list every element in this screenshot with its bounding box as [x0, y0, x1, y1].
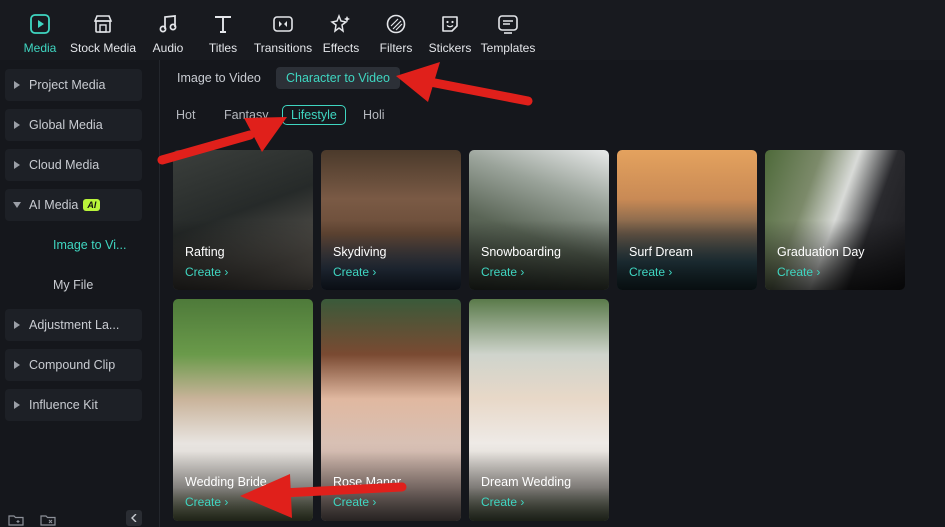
sidebar-subitem-image-to-video[interactable]: Image to Vi... — [53, 238, 126, 252]
remove-folder-icon[interactable] — [40, 513, 56, 527]
caret-right-icon — [5, 81, 29, 89]
template-card-skydiving[interactable]: Skydiving Create › — [321, 150, 461, 290]
create-button[interactable]: Create › — [777, 265, 820, 279]
chevron-left-icon — [131, 514, 137, 522]
template-card-wedding-bride[interactable]: Wedding Bride Create › — [173, 299, 313, 521]
templates-icon — [496, 12, 520, 36]
toolbar-media[interactable]: Media — [18, 0, 62, 60]
sidebar-item-compound-clip[interactable]: Compound Clip — [5, 349, 142, 381]
caret-right-icon — [5, 121, 29, 129]
category-fantasy[interactable]: Fantasy — [224, 108, 268, 122]
toolbar-templates[interactable]: Templates — [478, 0, 538, 60]
sidebar-subitem-my-file[interactable]: My File — [53, 278, 93, 292]
top-toolbar: Media Stock Media Audio Titles Transitio… — [0, 0, 945, 60]
sidebar-item-label: Cloud Media — [29, 158, 100, 172]
category-holi[interactable]: Holi — [363, 108, 385, 122]
card-title: Wedding Bride — [185, 475, 267, 489]
media-icon — [28, 12, 52, 36]
stickers-icon — [438, 12, 462, 36]
card-title: Surf Dream — [629, 245, 693, 259]
toolbar-label: Stickers — [428, 41, 472, 55]
sidebar-item-label: AI Media — [29, 198, 79, 212]
sidebar-item-cloud-media[interactable]: Cloud Media — [5, 149, 142, 181]
sidebar-item-adjustment-layer[interactable]: Adjustment La... — [5, 309, 142, 341]
category-hot[interactable]: Hot — [176, 108, 195, 122]
tab-image-to-video[interactable]: Image to Video — [177, 71, 261, 85]
toolbar-filters[interactable]: Filters — [370, 0, 422, 60]
toolbar-label: Titles — [208, 41, 238, 55]
toolbar-label: Transitions — [253, 41, 313, 55]
template-card-dream-wedding[interactable]: Dream Wedding Create › — [469, 299, 609, 521]
sidebar-item-global-media[interactable]: Global Media — [5, 109, 142, 141]
template-card-snowboarding[interactable]: Snowboarding Create › — [469, 150, 609, 290]
new-folder-icon[interactable] — [8, 513, 24, 527]
sidebar-item-label: Global Media — [29, 118, 103, 132]
create-button[interactable]: Create › — [481, 265, 524, 279]
create-button[interactable]: Create › — [333, 495, 376, 509]
template-card-rafting[interactable]: Rafting Create › — [173, 150, 313, 290]
audio-icon — [156, 12, 180, 36]
toolbar-titles[interactable]: Titles — [192, 0, 254, 60]
sidebar-item-label: Influence Kit — [29, 398, 98, 412]
create-button[interactable]: Create › — [629, 265, 672, 279]
sidebar-item-ai-media[interactable]: AI Media AI — [5, 189, 142, 221]
caret-right-icon — [5, 401, 29, 409]
toolbar-transitions[interactable]: Transitions — [254, 0, 312, 60]
card-title: Skydiving — [333, 245, 387, 259]
toolbar-label: Media — [23, 41, 57, 55]
template-card-surf-dream[interactable]: Surf Dream Create › — [617, 150, 757, 290]
app-window: Media Stock Media Audio Titles Transitio… — [0, 0, 945, 527]
stock-media-icon — [91, 12, 115, 36]
create-button[interactable]: Create › — [185, 495, 228, 509]
toolbar-stickers[interactable]: Stickers — [422, 0, 478, 60]
card-title: Dream Wedding — [481, 475, 572, 489]
template-grid: Rafting Create › Skydiving Create › Snow… — [173, 150, 945, 527]
toolbar-label: Templates — [480, 41, 536, 55]
toolbar-label: Audio — [152, 41, 184, 55]
tab-character-to-video[interactable]: Character to Video — [276, 67, 400, 89]
ai-badge: AI — [83, 199, 101, 211]
toolbar-effects[interactable]: Effects — [312, 0, 370, 60]
filters-icon — [384, 12, 408, 36]
toolbar-label: Effects — [322, 41, 360, 55]
create-button[interactable]: Create › — [333, 265, 376, 279]
sidebar-footer — [0, 510, 160, 527]
titles-icon — [211, 12, 235, 36]
card-title: Graduation Day — [777, 245, 865, 259]
toolbar-label: Filters — [379, 41, 413, 55]
card-title: Snowboarding — [481, 245, 561, 259]
sidebar-item-label: Project Media — [29, 78, 106, 92]
create-button[interactable]: Create › — [481, 495, 524, 509]
collapse-sidebar-button[interactable] — [126, 510, 142, 526]
template-card-graduation-day[interactable]: Graduation Day Create › — [765, 150, 905, 290]
caret-right-icon — [5, 361, 29, 369]
template-card-rose-manor[interactable]: Rose Manor Create › — [321, 299, 461, 521]
caret-right-icon — [5, 321, 29, 329]
category-lifestyle[interactable]: Lifestyle — [282, 105, 346, 125]
card-title: Rose Manor — [333, 475, 402, 489]
sidebar-item-label: Compound Clip — [29, 358, 116, 372]
media-sidebar: Project Media Global Media Cloud Media A… — [0, 60, 160, 527]
transitions-icon — [271, 12, 295, 36]
main-panel: Image to Video Character to Video Hot Fa… — [161, 60, 945, 527]
toolbar-label: Stock Media — [69, 41, 137, 55]
caret-right-icon — [5, 161, 29, 169]
card-title: Rafting — [185, 245, 225, 259]
sidebar-item-influence-kit[interactable]: Influence Kit — [5, 389, 142, 421]
caret-down-icon — [5, 202, 29, 208]
sidebar-item-project-media[interactable]: Project Media — [5, 69, 142, 101]
sidebar-item-label: Adjustment La... — [29, 318, 120, 332]
toolbar-stock-media[interactable]: Stock Media — [62, 0, 144, 60]
effects-icon — [329, 12, 353, 36]
create-button[interactable]: Create › — [185, 265, 228, 279]
toolbar-audio[interactable]: Audio — [144, 0, 192, 60]
